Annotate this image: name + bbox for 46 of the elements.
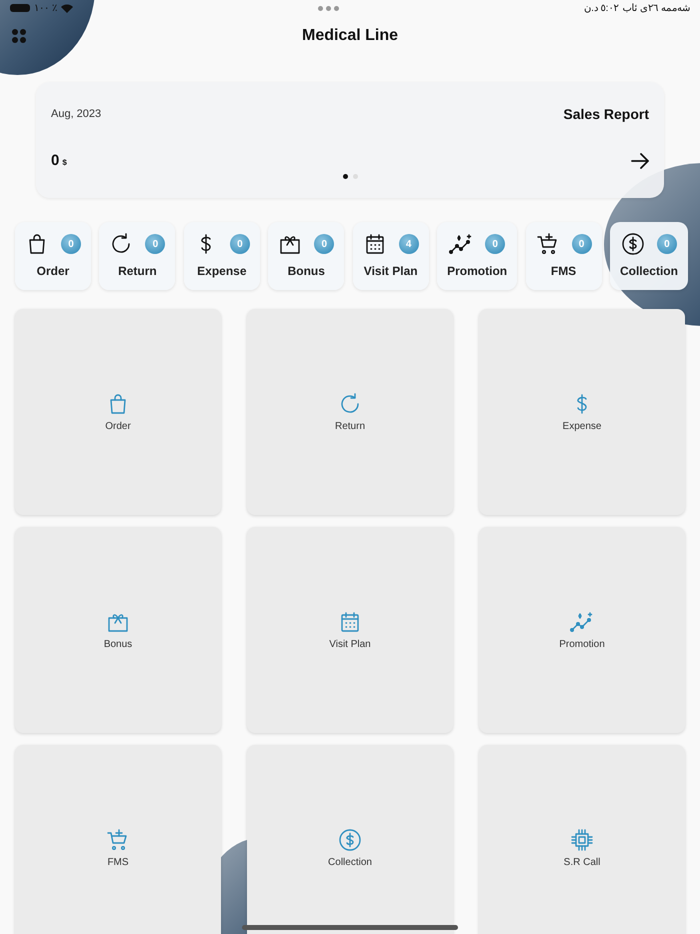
page-dot[interactable] (352, 174, 358, 179)
shortcut-button[interactable]: 0 Bonus (268, 222, 344, 290)
shortcut-button[interactable]: 0 Order (15, 222, 91, 290)
grid-menu-icon[interactable] (12, 29, 26, 43)
date-text: شەممە ٢٦ی ئاب (622, 2, 690, 14)
sales-report-card[interactable]: Aug, 2023 Sales Report 0 $ (36, 82, 664, 198)
count-badge: 0 (230, 234, 250, 254)
menu-tile[interactable]: Promotion (479, 527, 685, 733)
time-text: ٥:٠٢ د.ن (584, 2, 618, 14)
menu-tile[interactable]: S.R Call (479, 745, 685, 934)
menu-tile[interactable]: Collection (247, 745, 453, 934)
menu-tile[interactable]: FMS (15, 745, 221, 934)
dollar-coin-icon (620, 232, 645, 256)
shortcut-button[interactable]: 0 Expense (184, 222, 260, 290)
shortcut-button[interactable]: 0 Return (99, 222, 176, 290)
count-badge: 4 (398, 234, 419, 254)
shortcut-button[interactable]: 0 Promotion (437, 222, 518, 290)
menu-tile[interactable]: Expense (479, 309, 685, 515)
menu-tile[interactable]: Visit Plan (247, 527, 453, 733)
shortcut-button[interactable]: 4 Visit Plan (352, 222, 429, 290)
dollar-coin-icon (338, 828, 362, 852)
amount-value: 0 (51, 152, 60, 169)
chip-icon (570, 828, 594, 852)
battery-text: ١٠٠ ٪ (34, 2, 57, 14)
count-badge: 0 (572, 234, 592, 254)
multitasking-icon[interactable] (318, 6, 339, 10)
chart-line-icon (570, 610, 594, 634)
currency-symbol: $ (62, 158, 67, 167)
count-badge: 0 (61, 234, 81, 254)
menu-tile[interactable]: Return (247, 309, 453, 515)
report-title: Sales Report (563, 106, 649, 122)
menu-tile[interactable]: Order (15, 309, 221, 515)
app-title: Medical Line (302, 27, 398, 45)
count-badge: 0 (314, 234, 334, 254)
count-badge: 0 (145, 234, 166, 254)
shortcut-button[interactable]: 0 FMS (526, 222, 602, 290)
count-badge: 0 (485, 234, 506, 254)
count-badge: 0 (656, 234, 677, 254)
report-date: Aug, 2023 (51, 108, 102, 120)
chart-line-icon (449, 232, 474, 256)
page-dot[interactable] (342, 174, 348, 179)
menu-tile[interactable]: Bonus (15, 527, 221, 733)
arrow-right-icon[interactable] (631, 153, 649, 169)
shortcut-button[interactable]: 0 Collection (610, 222, 688, 290)
wifi-icon (60, 4, 73, 12)
battery-icon (10, 4, 30, 12)
